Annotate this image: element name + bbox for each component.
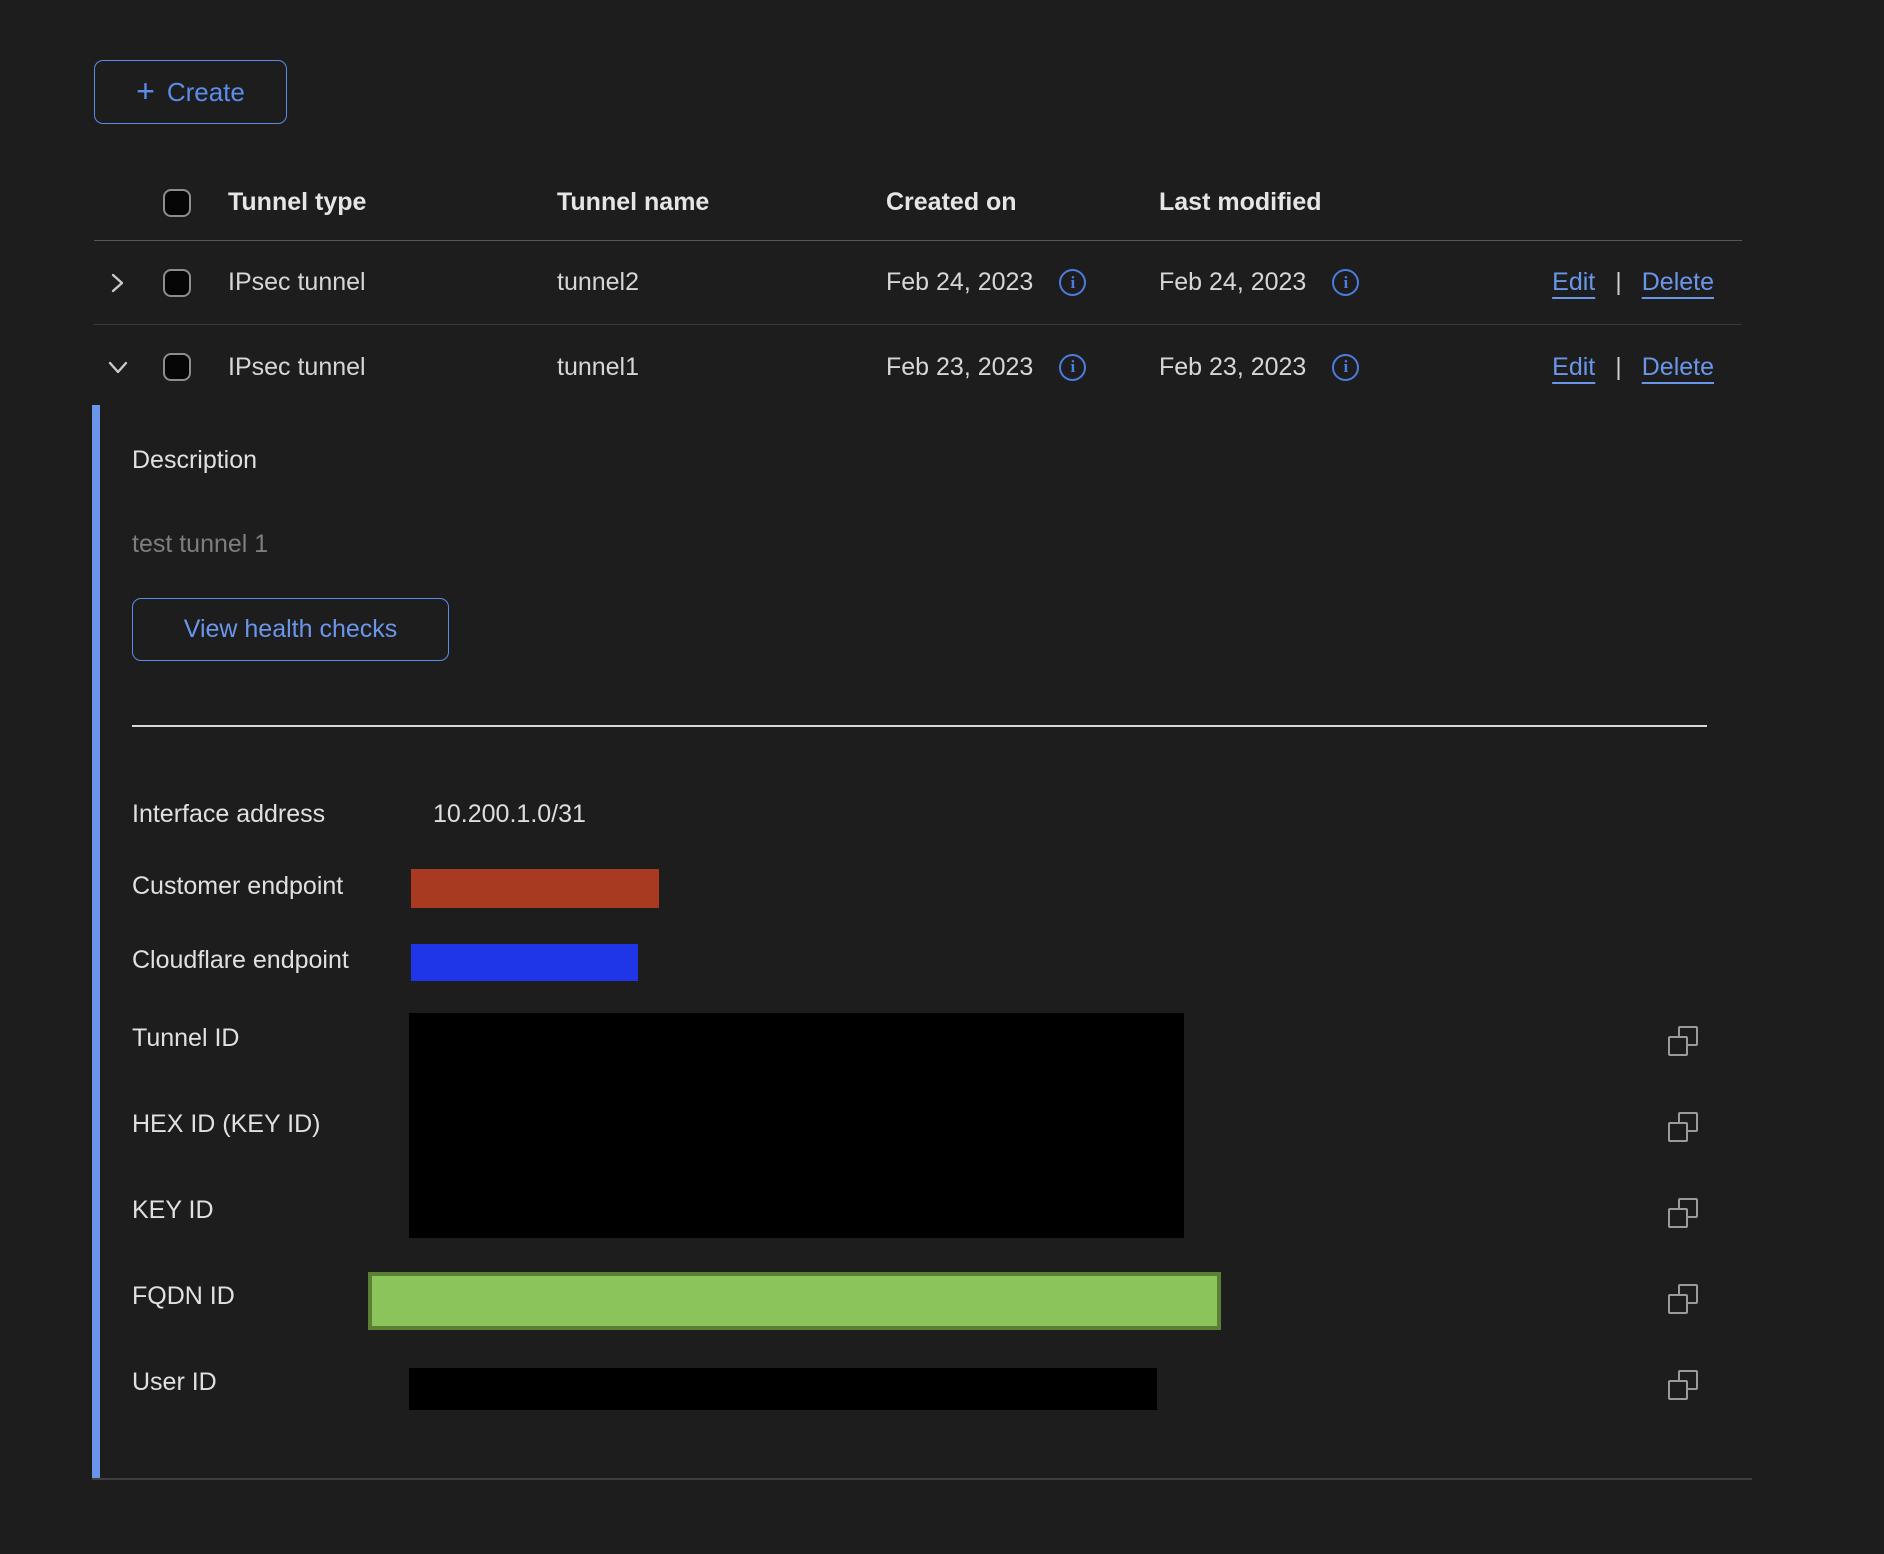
cloudflare-endpoint-redacted-value <box>411 944 638 981</box>
copy-fqdn-id-icon[interactable] <box>1668 1284 1698 1314</box>
table-row: IPsec tunnel tunnel1 Feb 23, 2023 i Feb … <box>94 325 1742 409</box>
link-separator: | <box>1615 353 1622 382</box>
ids-redacted-value <box>409 1013 1184 1238</box>
description-label: Description <box>132 446 257 475</box>
section-divider <box>132 725 1707 727</box>
interface-address-label: Interface address <box>132 800 325 829</box>
create-button[interactable]: + Create <box>94 60 287 124</box>
header-tunnel-name: Tunnel name <box>557 188 886 217</box>
hex-id-label: HEX ID (KEY ID) <box>132 1110 320 1139</box>
description-value: test tunnel 1 <box>132 530 268 559</box>
link-separator: | <box>1615 268 1622 297</box>
panel-bottom-divider <box>92 1478 1752 1480</box>
tunnels-page: + Create Tunnel type Tunnel name Created… <box>0 0 1884 1554</box>
user-id-redacted-value <box>409 1368 1157 1410</box>
tunnel-name-cell: tunnel2 <box>557 268 886 297</box>
tunnel-detail-panel: Description test tunnel 1 View health ch… <box>92 405 1745 1478</box>
table-header-row: Tunnel type Tunnel name Created on Last … <box>94 165 1742 241</box>
tunnel-type-cell: IPsec tunnel <box>228 353 557 382</box>
customer-endpoint-redacted-value <box>411 869 659 908</box>
edit-link[interactable]: Edit <box>1552 353 1595 382</box>
edit-link[interactable]: Edit <box>1552 268 1595 297</box>
fqdn-id-redacted-value <box>368 1272 1221 1330</box>
cloudflare-endpoint-label: Cloudflare endpoint <box>132 946 349 975</box>
created-on-cell: Feb 24, 2023 <box>886 268 1033 297</box>
key-id-label: KEY ID <box>132 1196 214 1225</box>
copy-hex-id-icon[interactable] <box>1668 1112 1698 1142</box>
chevron-down-icon <box>104 354 132 380</box>
tunnel-type-cell: IPsec tunnel <box>228 268 557 297</box>
customer-endpoint-label: Customer endpoint <box>132 872 343 901</box>
last-modified-cell: Feb 23, 2023 <box>1159 353 1306 382</box>
copy-key-id-icon[interactable] <box>1668 1198 1698 1228</box>
copy-user-id-icon[interactable] <box>1668 1370 1698 1400</box>
header-last-modified: Last modified <box>1159 188 1432 217</box>
info-icon[interactable]: i <box>1332 269 1359 296</box>
fqdn-id-label: FQDN ID <box>132 1282 235 1311</box>
user-id-label: User ID <box>132 1368 217 1397</box>
tunnel-id-label: Tunnel ID <box>132 1024 239 1053</box>
last-modified-cell: Feb 24, 2023 <box>1159 268 1306 297</box>
header-tunnel-type: Tunnel type <box>228 188 557 217</box>
chevron-right-icon <box>104 270 130 296</box>
info-icon[interactable]: i <box>1332 354 1359 381</box>
info-icon[interactable]: i <box>1059 269 1086 296</box>
created-on-cell: Feb 23, 2023 <box>886 353 1033 382</box>
table-row: IPsec tunnel tunnel2 Feb 24, 2023 i Feb … <box>94 241 1742 325</box>
view-health-checks-button[interactable]: View health checks <box>132 598 449 661</box>
select-all-checkbox[interactable] <box>163 189 191 217</box>
delete-link[interactable]: Delete <box>1642 268 1714 297</box>
expand-row-button[interactable] <box>94 270 163 296</box>
info-icon[interactable]: i <box>1059 354 1086 381</box>
row-checkbox[interactable] <box>163 269 191 297</box>
tunnel-name-cell: tunnel1 <box>557 353 886 382</box>
row-checkbox[interactable] <box>163 353 191 381</box>
interface-address-value: 10.200.1.0/31 <box>433 800 586 829</box>
collapse-row-button[interactable] <box>94 354 163 380</box>
delete-link[interactable]: Delete <box>1642 353 1714 382</box>
plus-icon: + <box>136 75 155 107</box>
copy-tunnel-id-icon[interactable] <box>1668 1026 1698 1056</box>
header-created-on: Created on <box>886 188 1159 217</box>
create-button-label: Create <box>167 77 245 108</box>
